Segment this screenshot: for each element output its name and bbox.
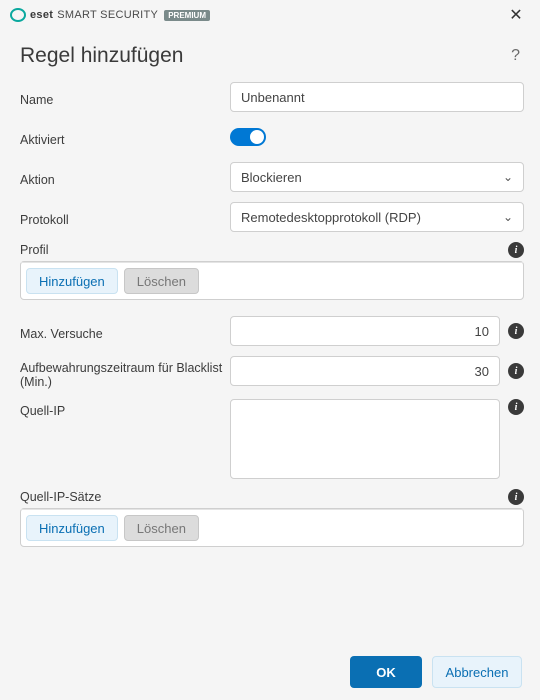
- enabled-toggle[interactable]: [230, 128, 266, 146]
- name-input[interactable]: [230, 82, 524, 112]
- source-ip-textarea[interactable]: [230, 399, 500, 479]
- ipsets-delete-button[interactable]: Löschen: [124, 515, 199, 541]
- row-enabled: Aktiviert: [20, 122, 524, 152]
- titlebar: eset SMART SECURITY PREMIUM ✕: [0, 0, 540, 30]
- dialog-window: eset SMART SECURITY PREMIUM ✕ Regel hinz…: [0, 0, 540, 700]
- protocol-select[interactable]: Remotedesktopprotokoll (RDP) ⌄: [230, 202, 524, 232]
- row-max-attempts: Max. Versuche i: [20, 316, 524, 346]
- page-title: Regel hinzufügen: [20, 44, 511, 68]
- label-protocol: Protokoll: [20, 208, 230, 227]
- source-ip-sets-actions: Hinzufügen Löschen: [21, 509, 523, 546]
- max-attempts-input[interactable]: [230, 316, 500, 346]
- row-source-ip-sets-heading: Quell-IP-Sätze i: [20, 489, 524, 505]
- info-icon[interactable]: i: [508, 399, 524, 415]
- row-blacklist: Aufbewahrungszeitraum für Blacklist (Min…: [20, 356, 524, 389]
- info-icon[interactable]: i: [508, 363, 524, 379]
- label-profile: Profil: [20, 243, 48, 257]
- info-icon[interactable]: i: [508, 489, 524, 505]
- help-button[interactable]: ?: [511, 47, 520, 65]
- label-action: Aktion: [20, 168, 230, 187]
- action-select[interactable]: Blockieren ⌄: [230, 162, 524, 192]
- label-enabled: Aktiviert: [20, 128, 230, 147]
- info-icon[interactable]: i: [508, 323, 524, 339]
- profile-list-actions: Hinzufügen Löschen: [21, 262, 523, 299]
- ipsets-add-button[interactable]: Hinzufügen: [26, 515, 118, 541]
- label-name: Name: [20, 88, 230, 107]
- source-ip-sets-list: Hinzufügen Löschen: [20, 508, 524, 547]
- ok-button[interactable]: OK: [350, 656, 422, 688]
- protocol-select-value: Remotedesktopprotokoll (RDP): [241, 210, 503, 225]
- chevron-down-icon: ⌄: [503, 170, 513, 184]
- close-button[interactable]: ✕: [502, 1, 530, 29]
- row-profile-heading: Profil i: [20, 242, 524, 258]
- label-max-attempts: Max. Versuche: [20, 322, 230, 341]
- label-source-ip: Quell-IP: [20, 399, 230, 418]
- close-icon: ✕: [509, 5, 522, 25]
- row-protocol: Protokoll Remotedesktopprotokoll (RDP) ⌄: [20, 202, 524, 232]
- brand-product: SMART SECURITY: [57, 9, 158, 21]
- row-name: Name: [20, 82, 524, 112]
- eset-logo-icon: [10, 7, 26, 23]
- header: Regel hinzufügen ?: [0, 30, 540, 76]
- toggle-knob: [250, 130, 264, 144]
- label-blacklist: Aufbewahrungszeitraum für Blacklist (Min…: [20, 356, 230, 389]
- cancel-button[interactable]: Abbrechen: [432, 656, 522, 688]
- brand-eset: eset: [30, 9, 53, 21]
- info-icon[interactable]: i: [508, 242, 524, 258]
- profile-list: Hinzufügen Löschen: [20, 261, 524, 300]
- profile-add-button[interactable]: Hinzufügen: [26, 268, 118, 294]
- brand-badge: PREMIUM: [164, 10, 210, 21]
- profile-delete-button[interactable]: Löschen: [124, 268, 199, 294]
- chevron-down-icon: ⌄: [503, 210, 513, 224]
- row-source-ip: Quell-IP i: [20, 399, 524, 479]
- row-action: Aktion Blockieren ⌄: [20, 162, 524, 192]
- blacklist-input[interactable]: [230, 356, 500, 386]
- brand: eset SMART SECURITY PREMIUM: [10, 7, 210, 23]
- action-select-value: Blockieren: [241, 170, 503, 185]
- dialog-footer: OK Abbrechen: [0, 644, 540, 700]
- label-source-ip-sets: Quell-IP-Sätze: [20, 490, 101, 504]
- dialog-body: Name Aktiviert Aktion Blockieren ⌄: [0, 76, 540, 644]
- help-icon: ?: [511, 47, 520, 64]
